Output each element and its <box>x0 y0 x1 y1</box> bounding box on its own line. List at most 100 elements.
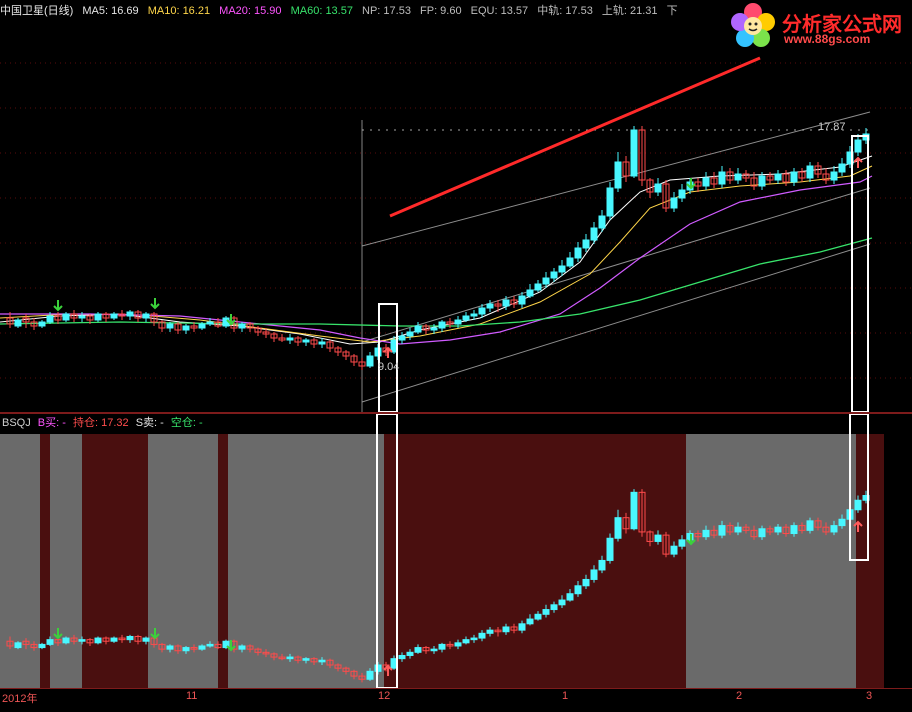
candle-body <box>582 239 590 249</box>
candle-body <box>430 327 438 331</box>
candle-body <box>558 265 566 273</box>
candle-body <box>502 299 510 307</box>
candle-body <box>774 173 782 181</box>
candle-body <box>430 648 438 652</box>
np-label: NP: 17.53 <box>362 5 411 17</box>
candle-body <box>406 331 414 337</box>
candle-body <box>198 645 206 650</box>
low-price-label: 9.04 <box>378 361 399 373</box>
hold-zone <box>40 434 50 688</box>
buy-arrow-icon <box>383 346 393 358</box>
upper-rail-label: 上轨: 21.31 <box>601 5 658 17</box>
equ-label: EQU: 13.57 <box>470 5 529 17</box>
ma20-line <box>0 175 873 345</box>
candle-body <box>574 247 582 259</box>
candle-body <box>614 517 622 539</box>
candle-body <box>62 313 70 321</box>
candle-body <box>758 175 766 187</box>
candle-body <box>198 323 206 329</box>
candle-body <box>486 629 494 634</box>
candle-body <box>366 355 374 367</box>
candle-body <box>590 569 598 580</box>
candle-body <box>830 171 838 181</box>
candle-body <box>438 321 446 329</box>
candle-body <box>534 613 542 620</box>
highlight-box-right <box>851 135 869 412</box>
candle-body <box>470 637 478 641</box>
candle-body <box>398 335 406 341</box>
candle-body <box>478 307 486 315</box>
candle-body <box>542 609 550 615</box>
candle-body <box>598 559 606 571</box>
candle-body <box>558 599 566 606</box>
candle-body <box>550 271 558 279</box>
candle-body <box>790 525 798 535</box>
candle-body <box>566 257 574 267</box>
candle-body <box>126 635 134 641</box>
candle-body <box>678 539 686 547</box>
candle-body <box>774 526 782 533</box>
time-tick: 3 <box>866 690 873 702</box>
candle-body <box>614 161 622 189</box>
sell-arrow-icon <box>150 298 160 310</box>
ma60-label: MA60: 13.57 <box>290 5 353 17</box>
time-tick: 2012年 <box>2 693 38 705</box>
candle-body <box>478 632 486 639</box>
candle-body <box>534 283 542 291</box>
candle-body <box>838 163 846 173</box>
candle-body <box>94 637 102 644</box>
candle-body <box>470 313 478 317</box>
candle-body <box>302 658 310 661</box>
candle-body <box>414 647 422 653</box>
candle-body <box>718 525 726 536</box>
ma5-label: MA5: 16.69 <box>82 5 139 17</box>
stock-name[interactable]: 中国卫星(日线) <box>0 5 73 17</box>
candle-body <box>182 325 190 331</box>
candle-body <box>670 545 678 555</box>
empty-zone <box>686 434 856 688</box>
candle-body <box>830 525 838 533</box>
bsqj-chart[interactable] <box>0 414 912 688</box>
candle-body <box>702 529 710 538</box>
candle-body <box>462 315 470 321</box>
candle-body <box>62 637 70 644</box>
lower-rail-label: 下 <box>666 5 678 17</box>
candle-body <box>318 659 326 663</box>
candle-body <box>414 325 422 333</box>
candle-body <box>398 654 406 660</box>
candle-body <box>854 139 862 153</box>
candle-body <box>526 618 534 625</box>
candle-body <box>598 215 606 229</box>
candle-body <box>166 645 174 650</box>
candle-body <box>566 593 574 601</box>
candle-body <box>606 187 614 217</box>
candle-body <box>110 637 118 642</box>
candle-body <box>318 341 326 345</box>
candle-body <box>670 197 678 209</box>
candle-body <box>406 651 414 656</box>
price-chart[interactable]: 17.87 9.04 <box>0 22 912 412</box>
candle-body <box>238 323 246 329</box>
candle-body <box>574 585 582 595</box>
candle-body <box>366 670 374 680</box>
hold-zone <box>218 434 228 688</box>
candle-body <box>518 623 526 631</box>
candle-body <box>582 578 590 587</box>
candle-body <box>518 295 526 305</box>
price-candles <box>6 126 870 370</box>
candle-body <box>110 313 118 319</box>
candle-body <box>142 637 150 642</box>
time-tick: 12 <box>378 690 391 702</box>
candle-body <box>550 604 558 611</box>
candle-body <box>526 289 534 297</box>
candle-body <box>182 647 190 652</box>
empty-zone <box>50 434 82 688</box>
candle-body <box>38 643 46 649</box>
sell-arrow-icon <box>53 300 63 312</box>
time-tick: 1 <box>562 690 569 702</box>
candle-body <box>286 656 294 660</box>
candle-body <box>654 183 662 193</box>
candle-body <box>486 303 494 309</box>
ma10-label: MA10: 16.21 <box>147 5 211 17</box>
candle-body <box>206 321 214 325</box>
